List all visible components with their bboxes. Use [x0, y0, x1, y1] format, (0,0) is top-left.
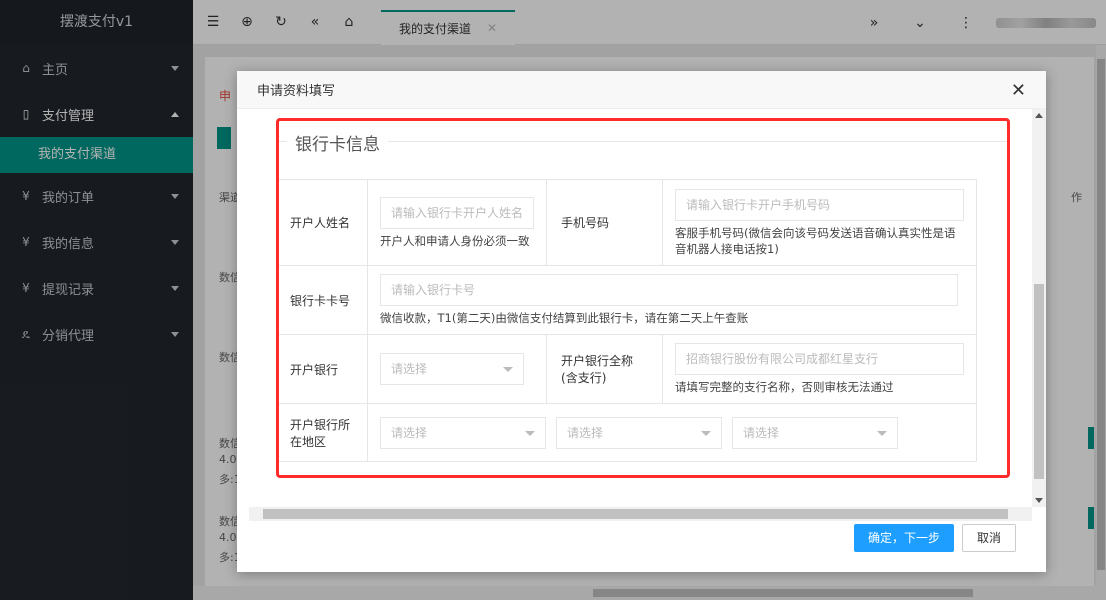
bank-label: 开户银行: [277, 334, 368, 404]
phone-label: 手机号码: [546, 179, 664, 266]
bank-select[interactable]: 请选择: [380, 353, 524, 385]
bank-card-form: 开户人姓名 请输入银行卡开户人姓名 开户人和申请人身份必须一致 手机号码 请输入…: [277, 179, 977, 462]
district-select-value: 请选择: [743, 425, 780, 440]
modal-title: 申请资料填写: [257, 84, 336, 99]
modal-header: 申请资料填写: [237, 71, 1046, 109]
card-number-help: 微信收款，T1(第二天)由微信支付结算到此银行卡，请在第二天上午查账: [380, 311, 749, 325]
section-title: 银行卡信息: [287, 130, 388, 155]
caret-down-icon: [525, 430, 535, 436]
province-select[interactable]: 请选择: [380, 416, 546, 449]
account-name-input[interactable]: 请输入银行卡开户人姓名: [380, 196, 535, 229]
confirm-next-button[interactable]: 确定，下一步: [853, 524, 954, 552]
bank-full-name-label: 开户银行全称(含支行): [546, 334, 664, 404]
bank-card-section: 银行卡信息 开户人姓名 请输入银行卡开户人姓名 开户人和申请人身份必须一致 手机…: [277, 121, 1007, 471]
bank-select-value: 请选择: [391, 362, 428, 376]
province-select-value: 请选择: [391, 425, 428, 440]
city-select[interactable]: 请选择: [556, 416, 722, 449]
scroll-down-icon[interactable]: [1035, 498, 1043, 503]
district-select[interactable]: 请选择: [732, 416, 898, 449]
caret-down-icon: [701, 430, 711, 436]
scroll-up-icon[interactable]: [1035, 113, 1043, 118]
caret-down-icon: [877, 430, 887, 436]
close-icon[interactable]: ✕: [1011, 80, 1026, 101]
account-name-label: 开户人姓名: [277, 179, 368, 266]
account-name-help: 开户人和申请人身份必须一致: [380, 233, 530, 248]
region-label: 开户银行所在地区: [277, 403, 368, 462]
modal-body: 银行卡信息 开户人姓名 请输入银行卡开户人姓名 开户人和申请人身份必须一致 手机…: [249, 109, 1032, 507]
application-modal: 申请资料填写 ✕ 银行卡信息 开户人姓名 请输入银行卡开户人姓名 开户人和申请人…: [237, 71, 1046, 572]
modal-vertical-scrollbar[interactable]: [1032, 109, 1046, 507]
bank-full-name-help: 请填写完整的支行名称，否则审核无法通过: [675, 380, 894, 394]
card-number-input[interactable]: 请输入银行卡号: [380, 274, 958, 306]
caret-down-icon: [503, 367, 513, 372]
scroll-thumb[interactable]: [1034, 284, 1044, 479]
bank-full-name-input[interactable]: 招商银行股份有限公司成都红星支行: [675, 343, 964, 375]
modal-footer: 确定，下一步 取消: [237, 506, 1046, 572]
phone-input[interactable]: 请输入银行卡开户手机号码: [675, 188, 964, 221]
card-number-label: 银行卡卡号: [277, 265, 368, 335]
city-select-value: 请选择: [567, 425, 604, 440]
phone-help: 客服手机号码(微信会向该号码发送语音确认真实性是语音机器人接电话按1): [675, 225, 956, 256]
cancel-button[interactable]: 取消: [961, 524, 1016, 552]
